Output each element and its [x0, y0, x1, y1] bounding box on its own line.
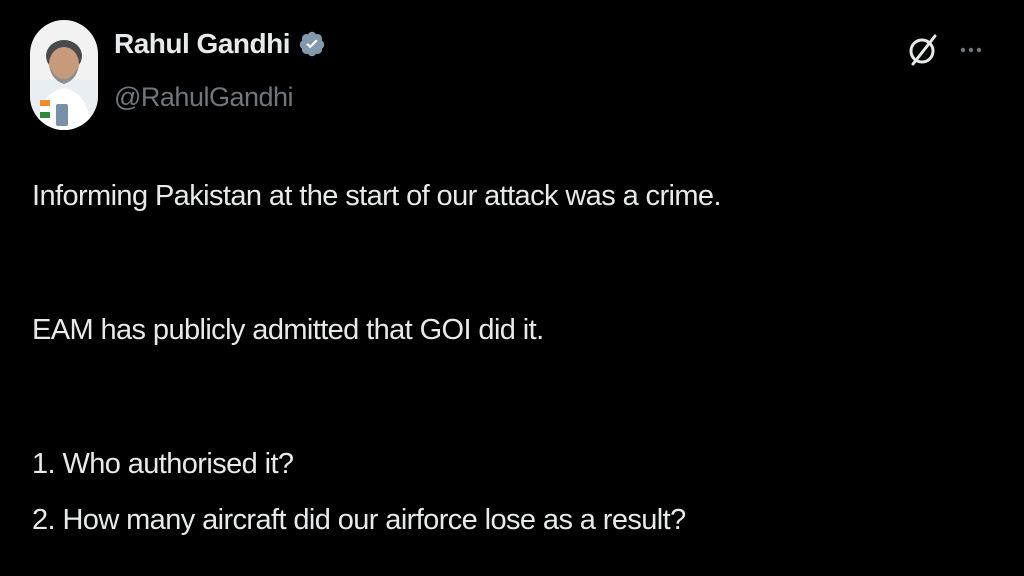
verified-badge-icon: [298, 30, 326, 58]
author-display-name[interactable]: Rahul Gandhi: [114, 28, 291, 60]
grok-icon[interactable]: [904, 30, 944, 70]
tweet-card[interactable]: Rahul Gandhi @RahulGandhi Informing Paki…: [0, 0, 1024, 576]
tweet-header: Rahul Gandhi @RahulGandhi: [114, 24, 326, 113]
tweet-paragraph: 2. How many aircraft did our airforce lo…: [32, 504, 686, 536]
tweet-paragraph: Informing Pakistan at the start of our a…: [32, 180, 722, 212]
tweet-paragraph: EAM has publicly admitted that GOI did i…: [32, 314, 544, 346]
tweet-top-actions: [904, 30, 984, 70]
author-name-row: Rahul Gandhi: [114, 24, 326, 64]
more-options-icon[interactable]: [958, 37, 984, 63]
tweet-paragraph: 1. Who authorised it?: [32, 448, 294, 480]
author-handle[interactable]: @RahulGandhi: [114, 82, 326, 113]
avatar[interactable]: [30, 20, 98, 130]
